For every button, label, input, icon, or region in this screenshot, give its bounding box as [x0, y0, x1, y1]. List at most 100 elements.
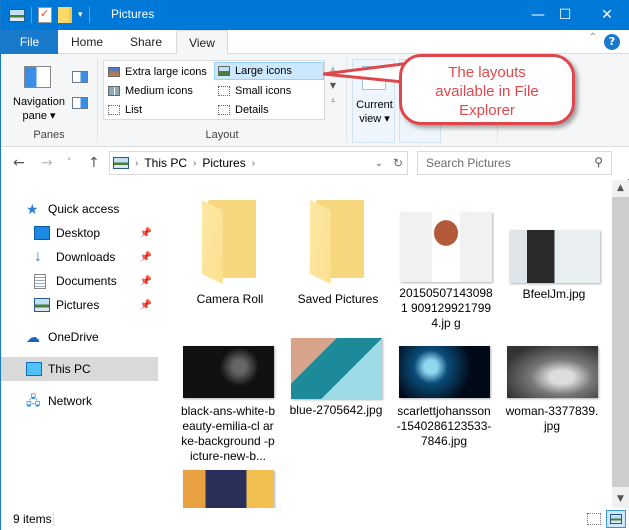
- cloud-icon: ☁: [26, 329, 40, 345]
- pin-icon[interactable]: 📌: [140, 252, 152, 263]
- scroll-up-icon[interactable]: ▲: [612, 180, 629, 197]
- file-item[interactable]: 201505071430981 9091299217994.jp g: [398, 212, 494, 331]
- sidebar-item-desktop[interactable]: Desktop 📌: [1, 221, 158, 245]
- file-item[interactable]: Saved Pictures: [290, 200, 386, 307]
- new-folder-icon[interactable]: [58, 7, 72, 23]
- maximize-icon: ☐: [558, 7, 572, 23]
- file-item[interactable]: scarlettjohansson -1540286123533- 7846.j…: [396, 346, 492, 449]
- customize-toolbar-icon[interactable]: ▾: [78, 10, 83, 20]
- medium-icons-icon: [108, 86, 120, 96]
- layout-group-label: Layout: [205, 129, 239, 141]
- sidebar-item-quick-access[interactable]: ★ Quick access: [1, 197, 158, 221]
- desktop-icon: [34, 226, 50, 240]
- navigation-pane-button[interactable]: Navigation pane ▾: [7, 95, 71, 123]
- details-icon: [218, 105, 230, 115]
- annotation-callout: The layouts available in File Explorer: [399, 54, 575, 125]
- documents-icon: [34, 273, 46, 289]
- image-thumbnail: [398, 346, 490, 398]
- quick-access-toolbar: ▾: [9, 7, 90, 23]
- network-icon: 🖧: [26, 393, 41, 408]
- list-icon: [108, 105, 120, 115]
- file-item[interactable]: woman-3377839. jpg: [504, 346, 600, 434]
- layout-details[interactable]: Details: [215, 101, 323, 119]
- image-thumbnail: [508, 230, 600, 283]
- large-icons-toggle-icon: [610, 514, 622, 524]
- pictures-location-icon: [113, 157, 129, 169]
- pin-icon[interactable]: 📌: [140, 300, 152, 311]
- image-thumbnail: [182, 470, 274, 508]
- folder-icon: [202, 200, 258, 284]
- folder-icon: [310, 200, 366, 284]
- title-bar: ▾ Pictures — ☐ ✕: [1, 0, 629, 30]
- file-item[interactable]: Camera Roll: [182, 200, 278, 307]
- details-pane-icon[interactable]: [72, 97, 88, 109]
- pictures-icon: [34, 298, 50, 312]
- large-icons-view-toggle[interactable]: [606, 510, 626, 528]
- image-thumbnail: [182, 346, 274, 398]
- file-item[interactable]: BfeelJm.jpg: [506, 230, 602, 302]
- collapse-ribbon-icon[interactable]: ⌃: [589, 32, 597, 43]
- image-thumbnail: [400, 212, 492, 282]
- vertical-scrollbar[interactable]: ▲ ▼: [612, 180, 629, 508]
- details-view-toggle-icon[interactable]: [587, 513, 601, 525]
- extra-large-icons-icon: [108, 67, 120, 77]
- layout-small-icons[interactable]: Small icons: [215, 82, 323, 100]
- large-icons-icon: [218, 66, 230, 76]
- search-icon[interactable]: ⚲: [594, 155, 603, 169]
- layout-large-icons[interactable]: Large icons: [214, 62, 324, 80]
- file-explorer-window: ▾ Pictures — ☐ ✕ File Home Share View ⌃ …: [0, 0, 629, 530]
- layout-medium-icons[interactable]: Medium icons: [105, 82, 213, 100]
- sidebar-item-onedrive[interactable]: ☁ OneDrive: [1, 325, 158, 349]
- navigation-pane: ★ Quick access Desktop 📌 ↓ Downloads 📌 D…: [1, 190, 159, 508]
- ribbon-tabs: File Home Share View: [1, 30, 629, 55]
- image-thumbnail: [290, 338, 382, 399]
- close-icon: ✕: [601, 7, 613, 23]
- breadcrumb-this-pc[interactable]: This PC: [144, 156, 187, 170]
- recent-locations-icon[interactable]: ˅: [67, 158, 72, 168]
- address-bar[interactable]: › This PC › Pictures › ⌄ ↻: [109, 151, 408, 175]
- maximize-button[interactable]: ☐: [542, 0, 588, 30]
- sidebar-item-documents[interactable]: Documents 📌: [1, 269, 158, 293]
- preview-pane-icon[interactable]: [72, 71, 88, 83]
- sidebar-item-pictures[interactable]: Pictures 📌: [1, 293, 158, 317]
- file-list: Camera Roll Saved Pictures 2015050714309…: [161, 180, 609, 508]
- file-item[interactable]: blue-2705642.jpg: [288, 338, 384, 418]
- back-icon[interactable]: ←: [13, 155, 25, 171]
- layout-list[interactable]: List: [105, 101, 213, 119]
- pictures-app-icon[interactable]: [9, 8, 25, 22]
- help-icon[interactable]: ?: [604, 34, 620, 50]
- tab-view[interactable]: View: [176, 30, 228, 55]
- refresh-icon[interactable]: ↻: [393, 156, 403, 170]
- search-input[interactable]: Search Pictures ⚲: [417, 151, 612, 175]
- tab-home[interactable]: Home: [59, 30, 115, 54]
- properties-icon[interactable]: [38, 7, 52, 23]
- layout-gallery: Extra large icons Large icons Medium ico…: [103, 60, 325, 120]
- sidebar-item-this-pc[interactable]: This PC: [1, 357, 158, 381]
- address-dropdown-icon[interactable]: ⌄: [375, 158, 383, 169]
- forward-icon[interactable]: →: [41, 155, 53, 171]
- tab-share[interactable]: Share: [117, 30, 175, 54]
- tab-file[interactable]: File: [1, 30, 58, 54]
- gallery-expand-icon[interactable]: ⩡: [326, 96, 340, 106]
- download-icon: ↓: [34, 248, 42, 265]
- file-item[interactable]: [180, 470, 276, 508]
- close-button[interactable]: ✕: [584, 0, 629, 30]
- window-title: Pictures: [111, 7, 155, 21]
- pin-icon[interactable]: 📌: [140, 228, 152, 239]
- sidebar-item-downloads[interactable]: ↓ Downloads 📌: [1, 245, 158, 269]
- panes-group-label: Panes: [33, 129, 65, 141]
- navigation-pane-icon[interactable]: [24, 66, 51, 88]
- computer-icon: [26, 362, 42, 376]
- scroll-down-icon[interactable]: ▼: [612, 491, 629, 508]
- image-thumbnail: [506, 346, 598, 398]
- sidebar-item-network[interactable]: 🖧 Network: [1, 389, 158, 413]
- breadcrumb-pictures[interactable]: Pictures: [202, 156, 245, 170]
- item-count: 9 items: [13, 512, 52, 526]
- up-icon[interactable]: ↑: [88, 155, 100, 171]
- layout-extra-large-icons[interactable]: Extra large icons: [105, 63, 213, 81]
- scrollbar-thumb[interactable]: [612, 197, 629, 487]
- file-item[interactable]: black-ans-white-beauty-emilia-cl arke-ba…: [180, 346, 276, 464]
- pin-icon[interactable]: 📌: [140, 276, 152, 287]
- address-bar-row: ← → ˅ ↑ › This PC › Pictures › ⌄ ↻ Searc…: [1, 147, 629, 179]
- status-bar: 9 items: [1, 508, 629, 530]
